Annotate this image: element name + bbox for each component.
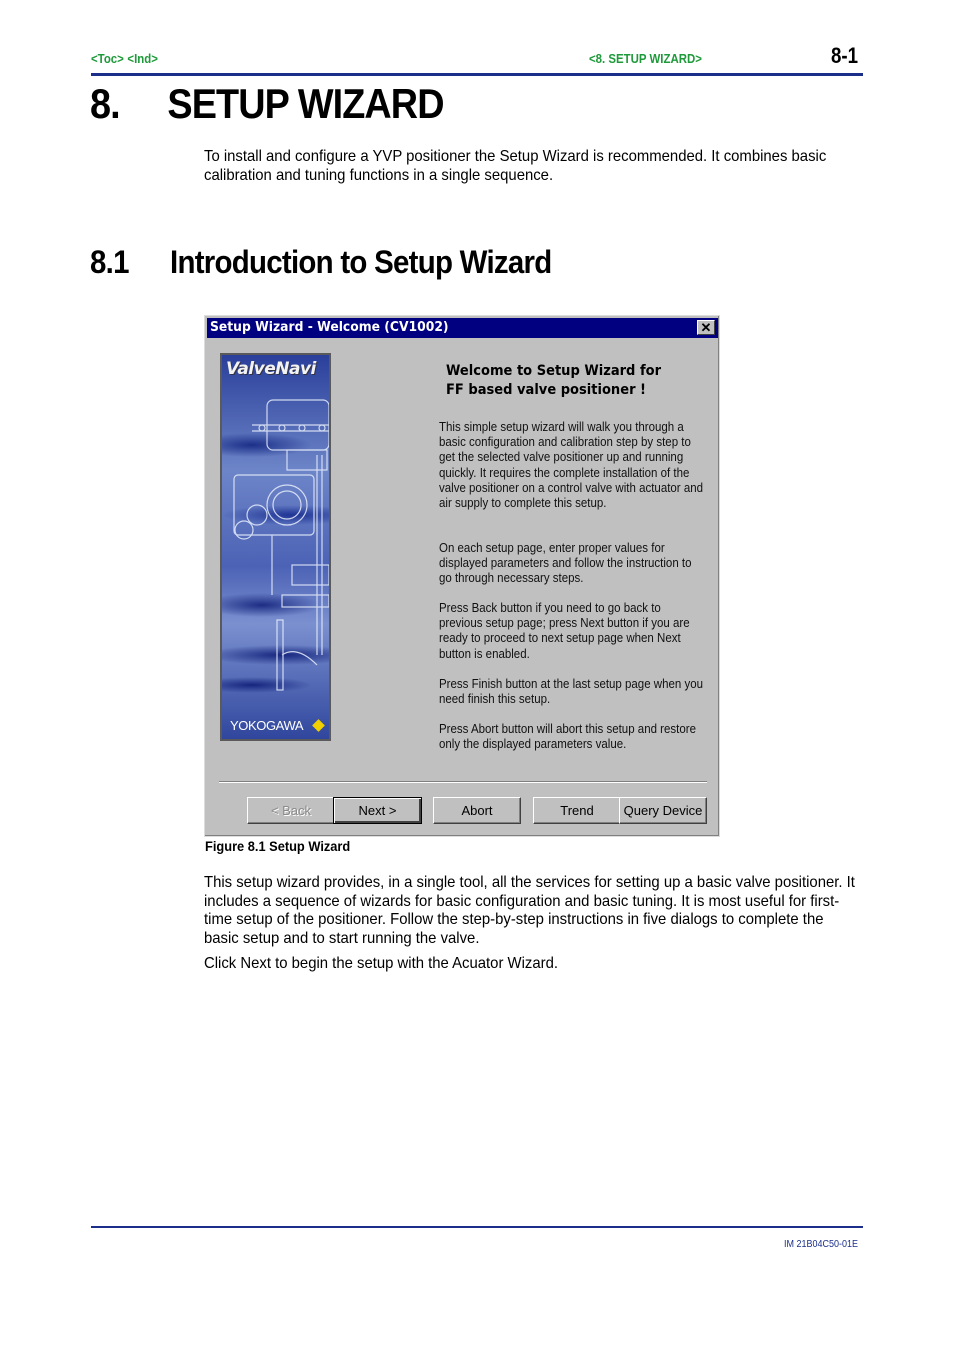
section-heading: 8.1 Introduction to Setup Wizard <box>90 244 552 281</box>
section-title: Introduction to Setup Wizard <box>170 244 552 280</box>
body-paragraph: This setup wizard provides, in a single … <box>204 874 855 947</box>
wizard-description: This simple setup wizard will walk you t… <box>439 420 704 511</box>
wizard-abort-help: Press Abort button will abort this setup… <box>439 722 696 752</box>
intro-paragraph: To install and configure a YVP positione… <box>204 148 827 184</box>
wizard-instruction: On each setup page, enter proper values … <box>439 541 692 586</box>
chapter-number: 8. <box>90 80 121 127</box>
yokogawa-logo-text: YOKOGAWA <box>230 718 304 733</box>
welcome-heading: Welcome to Setup Wizard for FF based val… <box>446 363 662 398</box>
button-separator <box>219 781 707 783</box>
section-number: 8.1 <box>90 244 129 280</box>
footer-rule <box>91 1226 863 1228</box>
back-button[interactable]: < Back <box>247 797 335 824</box>
header-links: <Toc> <Ind> <box>91 51 161 66</box>
toc-link[interactable]: <Toc> <box>91 51 124 66</box>
yokogawa-diamond-icon <box>312 719 325 732</box>
page-number: 8-1 <box>831 43 859 68</box>
abort-button[interactable]: Abort <box>433 797 521 824</box>
dialog-titlebar[interactable]: Setup Wizard - Welcome (CV1002) ✕ <box>207 318 718 338</box>
dialog-title: Setup Wizard - Welcome (CV1002) <box>210 320 449 335</box>
close-button[interactable]: ✕ <box>697 320 715 335</box>
banner-brand: ValveNavi <box>226 359 316 379</box>
query-device-button[interactable]: Query Device <box>619 797 707 824</box>
trend-button[interactable]: Trend <box>533 797 621 824</box>
wizard-finish-help: Press Finish button at the last setup pa… <box>439 677 704 707</box>
chapter-title: SETUP WIZARD <box>167 80 444 127</box>
body-paragraph-next-step: Click Next to begin the setup with the A… <box>204 955 558 972</box>
setup-wizard-dialog: Setup Wizard - Welcome (CV1002) ✕ ValveN… <box>204 315 720 837</box>
close-icon: ✕ <box>700 320 712 335</box>
valvenavi-banner-image: ValveNavi YOKOGAWA <box>220 353 331 741</box>
chapter-heading: 8. SETUP WIZARD <box>90 80 445 128</box>
section-link[interactable]: <8. SETUP WIZARD> <box>589 51 702 66</box>
document-id: IM 21B04C50-01E <box>784 1239 859 1250</box>
header-rule <box>91 73 863 76</box>
index-link[interactable]: <Ind> <box>127 51 158 66</box>
next-button[interactable]: Next > <box>333 797 422 824</box>
figure-caption: Figure 8.1 Setup Wizard <box>205 839 351 854</box>
wizard-back-next-help: Press Back button if you need to go back… <box>439 601 690 661</box>
valve-positioner-drawing-icon <box>233 399 329 691</box>
